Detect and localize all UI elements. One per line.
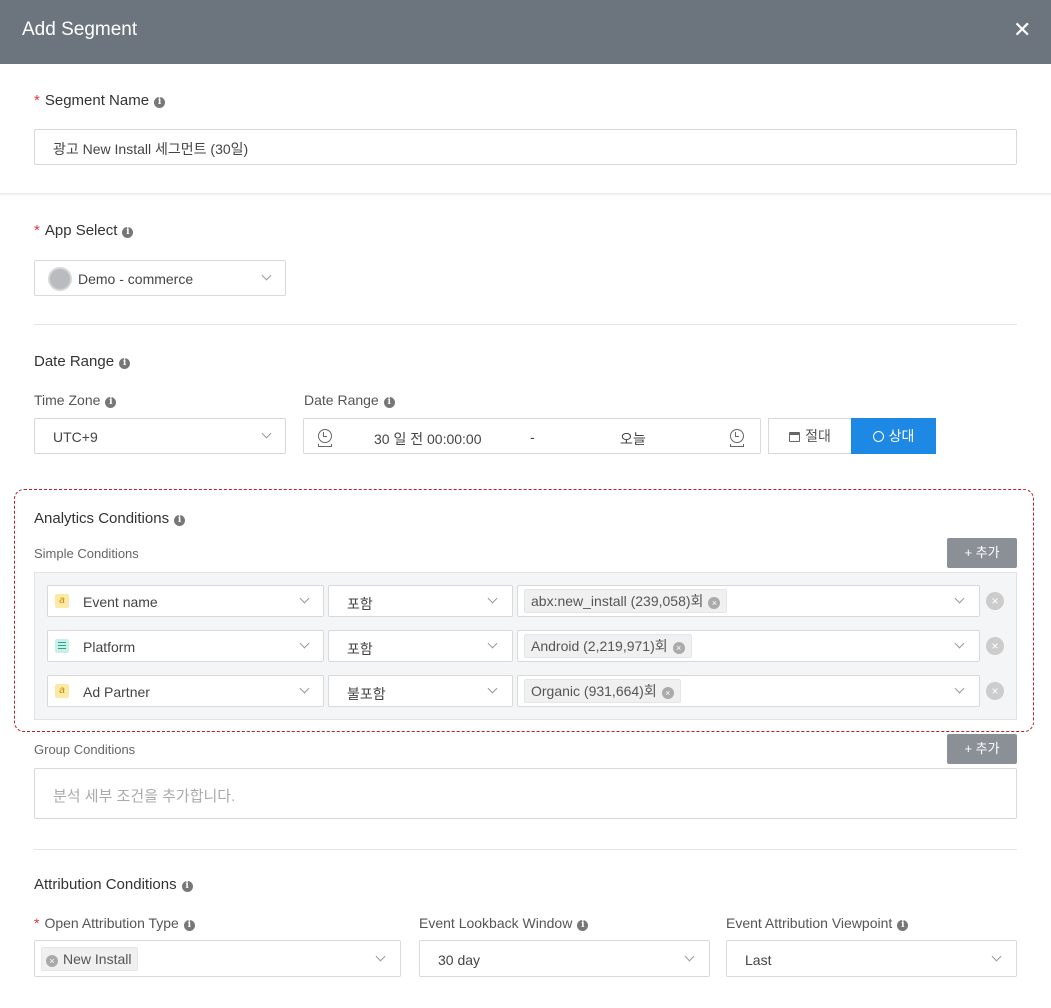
string-type-icon: a	[55, 684, 69, 698]
condition-field-dropdown[interactable]: a Event name	[47, 585, 324, 617]
attribution-viewpoint-label: Event Attribution Viewpoint i	[726, 915, 909, 931]
date-range-label: Date Range i	[304, 392, 395, 408]
value-tag: Organic (931,664)회 ×	[524, 679, 681, 703]
chevron-down-icon	[487, 683, 498, 694]
info-icon[interactable]: i	[897, 920, 909, 931]
date-range-separator: -	[530, 429, 535, 445]
absolute-date-button[interactable]: 절대	[768, 418, 852, 454]
app-select-dropdown[interactable]: Demo - commerce	[34, 260, 286, 296]
chevron-down-icon	[299, 593, 310, 604]
clock-icon	[872, 431, 884, 442]
app-select-value: Demo - commerce	[78, 271, 194, 287]
condition-value-select[interactable]: abx:new_install (239,058)회 ×	[517, 585, 980, 617]
chevron-down-icon	[954, 638, 965, 649]
segment-name-input[interactable]: 광고 New Install 세그먼트 (30일)	[34, 129, 1017, 165]
info-icon[interactable]: i	[183, 920, 195, 931]
chevron-down-icon	[261, 428, 272, 439]
attribution-viewpoint-dropdown[interactable]: Last	[726, 940, 1017, 977]
list-type-icon	[55, 639, 69, 653]
chevron-down-icon	[991, 951, 1002, 962]
value-tag: Android (2,219,971)회 ×	[524, 634, 692, 658]
info-icon[interactable]: i	[383, 397, 395, 408]
info-icon[interactable]: i	[174, 515, 186, 526]
segment-name-label: * Segment Name i	[34, 92, 166, 109]
simple-conditions-label: Simple Conditions	[34, 546, 139, 561]
divider	[34, 324, 1017, 325]
attribution-type-tag: × New Install	[41, 947, 139, 971]
time-zone-dropdown[interactable]: UTC+9	[34, 418, 286, 454]
chevron-down-icon	[299, 683, 310, 694]
app-select-label: * App Select i	[34, 222, 134, 239]
chevron-down-icon	[261, 270, 272, 281]
chevron-down-icon	[299, 638, 310, 649]
relative-date-button[interactable]: 상대	[851, 418, 936, 454]
divider	[34, 849, 1017, 850]
condition-operator-dropdown[interactable]: 불포함	[328, 675, 513, 707]
chevron-down-icon	[954, 593, 965, 604]
info-icon[interactable]: i	[154, 97, 166, 108]
close-icon[interactable]: ✕	[1013, 17, 1031, 43]
date-range-end[interactable]: 오늘	[620, 429, 646, 449]
time-zone-value: UTC+9	[53, 429, 98, 445]
condition-field-dropdown[interactable]: Platform	[47, 630, 324, 662]
date-range-section-title: Date Range i	[34, 353, 131, 370]
calendar-icon	[789, 432, 801, 442]
remove-condition-icon[interactable]: ×	[986, 637, 1004, 655]
segment-name-value: 광고 New Install 세그먼트 (30일)	[53, 141, 249, 157]
condition-operator-dropdown[interactable]: 포함	[328, 630, 513, 662]
info-icon[interactable]: i	[122, 227, 134, 238]
time-zone-label: Time Zone i	[34, 392, 117, 408]
modal-title: Add Segment	[22, 19, 138, 40]
group-conditions-area[interactable]: 분석 세부 조건을 추가합니다.	[34, 768, 1017, 819]
date-range-start[interactable]: 30 일 전 00:00:00	[374, 429, 482, 449]
string-type-icon: a	[55, 594, 69, 608]
lookback-window-label: Event Lookback Window i	[419, 915, 589, 931]
section-divider	[0, 193, 1051, 196]
group-conditions-placeholder: 분석 세부 조건을 추가합니다.	[53, 788, 236, 805]
group-conditions-label: Group Conditions	[34, 742, 136, 757]
chevron-down-icon	[375, 951, 386, 962]
clock-icon	[318, 429, 332, 443]
add-group-condition-button[interactable]: + 추가	[947, 734, 1017, 764]
modal-header: Add Segment ✕	[0, 0, 1051, 64]
lookback-window-dropdown[interactable]: 30 day	[419, 940, 710, 977]
attribution-conditions-title: Attribution Conditions i	[34, 876, 193, 893]
tag-remove-icon[interactable]: ×	[661, 687, 674, 699]
tag-remove-icon[interactable]: ×	[672, 642, 685, 654]
condition-operator-dropdown[interactable]: 포함	[328, 585, 513, 617]
analytics-conditions-title: Analytics Conditions i	[34, 510, 186, 527]
open-attribution-type-label: * Open Attribution Type i	[34, 915, 195, 931]
chevron-down-icon	[684, 951, 695, 962]
condition-field-dropdown[interactable]: a Ad Partner	[47, 675, 324, 707]
attribution-viewpoint-value: Last	[745, 952, 772, 968]
tag-remove-icon[interactable]: ×	[46, 955, 58, 967]
chevron-down-icon	[487, 593, 498, 604]
tag-remove-icon[interactable]: ×	[708, 597, 721, 609]
value-tag: abx:new_install (239,058)회 ×	[524, 589, 728, 613]
app-avatar-icon	[48, 267, 72, 291]
remove-condition-icon[interactable]: ×	[986, 682, 1004, 700]
info-icon[interactable]: i	[119, 358, 131, 369]
date-range-picker[interactable]: 30 일 전 00:00:00 - 오늘	[303, 418, 761, 454]
condition-value-select[interactable]: Android (2,219,971)회 ×	[517, 630, 980, 662]
condition-value-select[interactable]: Organic (931,664)회 ×	[517, 675, 980, 707]
remove-condition-icon[interactable]: ×	[986, 592, 1004, 610]
chevron-down-icon	[954, 683, 965, 694]
info-icon[interactable]: i	[105, 397, 117, 408]
info-icon[interactable]: i	[181, 881, 193, 892]
clock-icon	[730, 429, 744, 443]
add-simple-condition-button[interactable]: + 추가	[947, 538, 1017, 568]
open-attribution-type-select[interactable]: × New Install	[34, 940, 401, 977]
info-icon[interactable]: i	[577, 920, 589, 931]
lookback-window-value: 30 day	[438, 952, 481, 968]
chevron-down-icon	[487, 638, 498, 649]
